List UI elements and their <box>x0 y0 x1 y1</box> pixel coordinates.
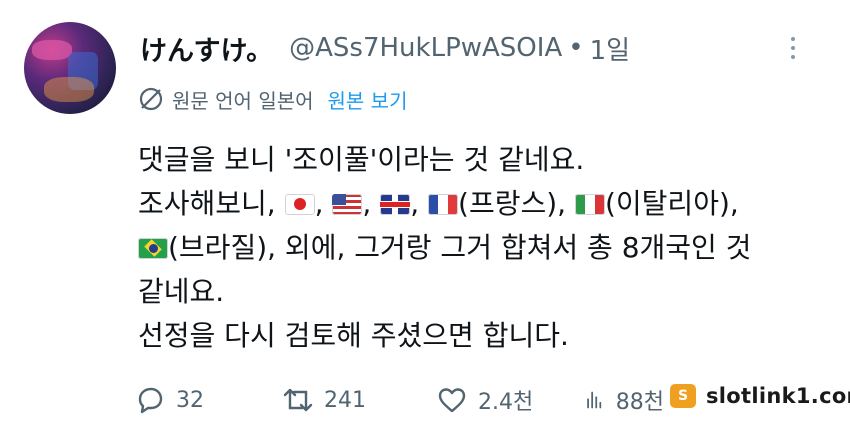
post-time[interactable]: 1일 <box>590 30 630 67</box>
watermark-text: slotlink1.com <box>706 384 850 408</box>
header-separator: • <box>568 33 584 63</box>
avatar-image-detail <box>32 40 72 60</box>
tweet-line: 댓글을 보니 '조이풀'이라는 것 같네요. <box>138 138 828 182</box>
user-handle[interactable]: @ASs7HukLPwASOIA <box>289 33 562 63</box>
more-options-button[interactable] <box>778 30 808 66</box>
show-original-link[interactable]: 원본 보기 <box>328 85 408 114</box>
display-name[interactable]: けんすけ。 <box>140 29 273 68</box>
like-count: 2.4천 <box>478 390 534 415</box>
tweet-actions: 32 241 2.4천 88천 <box>134 380 664 420</box>
tweet-line-text: 조사해보니, <box>138 187 285 220</box>
tweet-line: 조사해보니, , , , (프랑스), (이탈리아), <box>138 182 828 226</box>
tweet-line: 선정을 다시 검토해 주셨으면 합니다. <box>138 314 828 358</box>
translation-bar: 원문 언어 일본어 원본 보기 <box>138 82 407 116</box>
tweet-line-text: 선정을 다시 검토해 주셨으면 합니다. <box>138 319 569 352</box>
reply-count: 32 <box>176 387 204 413</box>
reply-icon <box>138 387 163 414</box>
tweet-header: けんすけ。 @ASs7HukLPwASOIA • 1일 <box>140 28 820 68</box>
brazil-flag-icon <box>138 238 168 259</box>
heart-icon <box>438 388 466 413</box>
views-chart-icon <box>587 391 602 409</box>
tweet-line-text: (프랑스), <box>458 187 575 220</box>
translate-globe-icon <box>139 87 163 111</box>
tweet-line-text: 같네요. <box>138 275 225 308</box>
comma-text: , <box>362 187 381 220</box>
tweet-line-text: 댓글을 보니 '조이풀'이라는 것 같네요. <box>138 143 585 176</box>
japan-flag-icon <box>284 194 315 215</box>
more-dot-icon <box>791 37 795 41</box>
tweet-line-text: (이탈리아), <box>604 187 739 220</box>
retweet-icon <box>283 388 313 412</box>
tweet-line: (브라질), 외에, 그거랑 그거 합쳐서 총 8개국인 것 <box>138 226 828 270</box>
retweet-count: 241 <box>324 387 366 413</box>
like-button[interactable]: 2.4천 <box>436 384 584 416</box>
comma-text: , <box>410 187 429 220</box>
reply-button[interactable]: 32 <box>134 384 282 416</box>
uk-flag-icon <box>380 194 411 215</box>
france-flag-icon <box>428 194 459 215</box>
more-dot-icon <box>791 55 795 59</box>
watermark: S slotlink1.com <box>664 379 850 413</box>
views-button[interactable]: 88천 <box>584 384 664 416</box>
avatar-image-detail <box>44 77 94 102</box>
tweet-line: 같네요. <box>138 270 828 314</box>
views-count: 88천 <box>615 390 664 415</box>
source-language-label: 원문 언어 일본어 <box>172 88 314 113</box>
avatar[interactable] <box>24 22 116 114</box>
tweet-line-text: (브라질), 외에, 그거랑 그거 합쳐서 총 8개국인 것 <box>168 231 752 264</box>
italy-flag-icon <box>574 194 605 215</box>
watermark-logo-icon: S <box>670 384 696 408</box>
comma-text: , <box>314 187 333 220</box>
usa-flag-icon <box>332 194 363 215</box>
tweet-text: 댓글을 보니 '조이풀'이라는 것 같네요. 조사해보니, , , , (프랑스… <box>138 138 828 358</box>
more-dot-icon <box>791 46 795 50</box>
retweet-button[interactable]: 241 <box>282 384 436 416</box>
